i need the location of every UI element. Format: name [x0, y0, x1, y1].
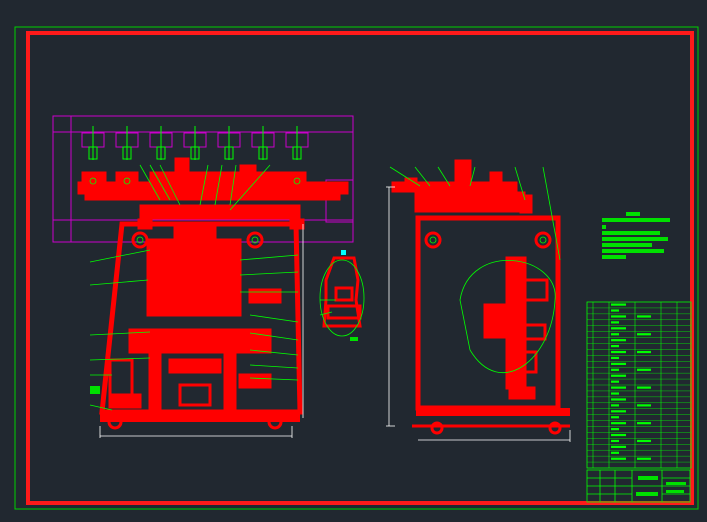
technical-requirements [602, 212, 670, 259]
parts-list-cell-text [611, 368, 619, 371]
parts-list-cell-text [611, 333, 619, 336]
parts-list-cell-text [611, 404, 619, 407]
press-internals [107, 226, 283, 430]
parts-list-cell-text [611, 392, 619, 395]
tech-req-title [626, 212, 640, 216]
parts-list-cell-text [611, 445, 626, 448]
tech-req-line-4 [602, 237, 668, 241]
punch-stems [88, 126, 302, 160]
tech-req-line-5 [602, 243, 652, 247]
parts-list-cell-text [611, 327, 626, 330]
title-block [586, 469, 691, 503]
parts-list-cell-text [637, 439, 651, 443]
parts-list-cell-text [637, 315, 651, 318]
cad-drawing-canvas[interactable] [0, 0, 707, 522]
side-view-mechanism [424, 231, 562, 435]
front-view-label-tag [90, 386, 100, 394]
tech-req-line-2 [602, 225, 606, 229]
parts-list-cell-text [611, 350, 626, 354]
parts-list-cell-text [611, 416, 619, 419]
die-plate [77, 157, 349, 230]
detail-marker [341, 250, 346, 255]
parts-list-cell-text [611, 451, 619, 454]
parts-list-cell-text [611, 422, 626, 425]
tech-req-line-7 [602, 255, 626, 259]
parts-list-cell-text [637, 333, 651, 336]
side-view[interactable] [386, 159, 571, 442]
detail-label-tag [350, 337, 358, 341]
parts-list-cell-text [611, 433, 626, 437]
parts-list-cell-text [611, 398, 626, 401]
parts-list-cell-text [611, 439, 619, 443]
tech-req-line-6 [602, 249, 664, 253]
parts-list-cell-text [611, 309, 619, 312]
parts-list-cell-text [611, 410, 626, 413]
parts-list-cell-text [637, 457, 651, 460]
parts-list-cell-text [611, 362, 626, 365]
detail-geometry [322, 256, 362, 328]
parts-list-cell-text [611, 321, 619, 324]
parts-list-cell-text [611, 339, 626, 342]
tech-req-line-1 [602, 218, 670, 222]
parts-list-cell-text [637, 386, 651, 389]
parts-list-cell-text [611, 345, 619, 348]
parts-list-cell-text [611, 386, 626, 389]
parts-list-cell-text [637, 404, 651, 407]
parts-list-cell-text [611, 380, 619, 383]
side-view-top-plate [391, 159, 533, 214]
parts-list-cell-text [611, 457, 626, 460]
front-view[interactable] [52, 115, 354, 438]
parts-list-cell-text [611, 428, 619, 431]
detail-view[interactable] [319, 250, 365, 341]
parts-list-cell-text [611, 303, 626, 306]
parts-list-cell-text [611, 374, 626, 377]
tech-req-line-3 [602, 231, 660, 235]
parts-list-cell-text [637, 422, 651, 425]
parts-list[interactable] [586, 301, 692, 469]
parts-list-cell-text [611, 356, 619, 360]
parts-list-cell-text [611, 315, 626, 318]
side-view-dimensions [386, 186, 571, 442]
parts-list-cell-text [637, 368, 651, 371]
parts-list-cell-text [637, 350, 651, 354]
